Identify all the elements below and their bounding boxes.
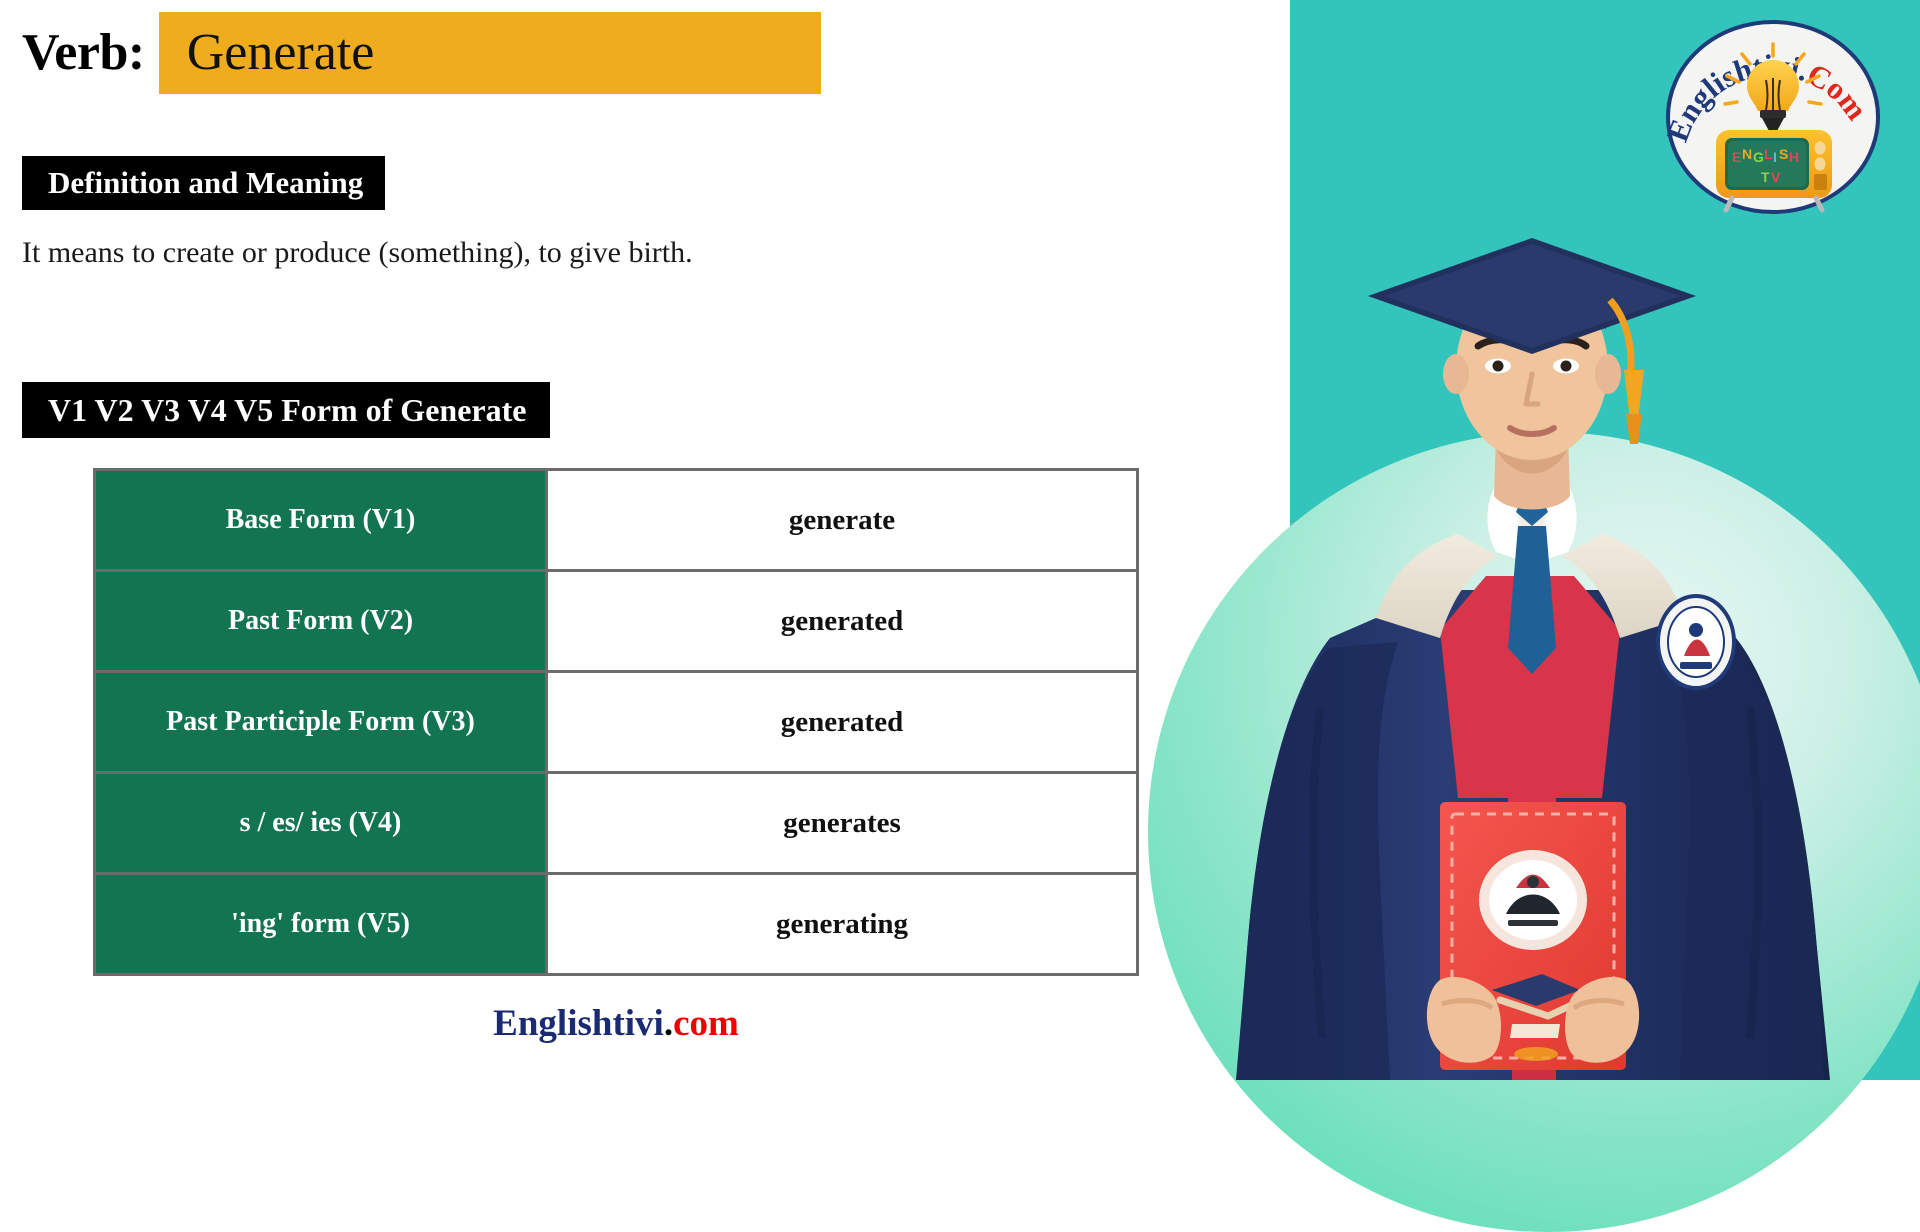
form-value-v2: generated xyxy=(545,569,1139,673)
table-row: s / es/ ies (V4) generates xyxy=(93,771,1139,875)
verb-forms-table-body: Base Form (V1) generate Past Form (V2) g… xyxy=(93,468,1139,976)
form-value-v3: generated xyxy=(545,670,1139,774)
svg-text:N: N xyxy=(1742,146,1752,162)
svg-text:V: V xyxy=(1771,169,1781,185)
form-label-v3: Past Participle Form (V3) xyxy=(93,670,548,774)
definition-heading: Definition and Meaning xyxy=(22,156,386,210)
table-row: Past Form (V2) generated xyxy=(93,569,1139,673)
svg-text:G: G xyxy=(1753,149,1764,165)
form-label-v4: s / es/ ies (V4) xyxy=(93,771,548,875)
verb-forms-heading: V1 V2 V3 V4 V5 Form of Generate xyxy=(22,382,551,438)
svg-text:T: T xyxy=(1761,169,1770,185)
svg-text:L: L xyxy=(1764,146,1773,162)
form-value-v1: generate xyxy=(545,468,1139,572)
form-label-v2: Past Form (V2) xyxy=(93,569,548,673)
verb-label: Verb: xyxy=(22,24,145,81)
graduate-student-photo xyxy=(1140,238,1920,1080)
verb-word-highlight: Generate xyxy=(158,12,821,94)
svg-text:E: E xyxy=(1732,149,1741,165)
svg-text:I: I xyxy=(1773,149,1777,165)
svg-text:H: H xyxy=(1789,149,1799,165)
form-value-v5: generating xyxy=(545,872,1139,976)
footer-brand-separator: . xyxy=(663,1003,674,1044)
svg-text:S: S xyxy=(1779,146,1788,162)
definition-text: It means to create or produce (something… xyxy=(22,236,693,269)
footer-brand: Englishtivi.com xyxy=(0,1002,1232,1045)
englishtivi-logo: Englishtivi.Com E N G L xyxy=(1660,18,1886,216)
verb-title-row: Verb: Generate xyxy=(22,12,821,94)
form-value-v4: generates xyxy=(545,771,1139,875)
table-row: 'ing' form (V5) generating xyxy=(93,872,1139,976)
table-row: Base Form (V1) generate xyxy=(93,468,1139,572)
form-label-v1: Base Form (V1) xyxy=(93,468,548,572)
main-content: Verb: Generate Definition and Meaning It… xyxy=(0,0,1290,1080)
footer-brand-primary: Englishtivi xyxy=(493,1003,664,1044)
form-label-v5: 'ing' form (V5) xyxy=(93,872,548,976)
footer-brand-suffix: com xyxy=(673,1003,739,1044)
table-row: Past Participle Form (V3) generated xyxy=(93,670,1139,774)
verb-forms-table: Base Form (V1) generate Past Form (V2) g… xyxy=(93,468,1139,976)
